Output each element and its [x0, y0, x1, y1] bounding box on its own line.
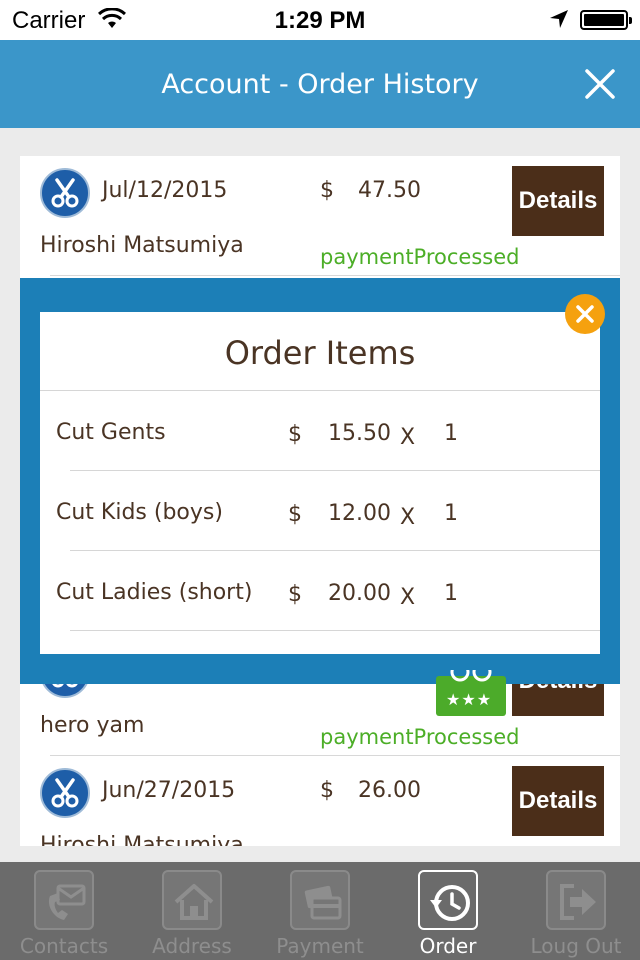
order-date: Jul/12/2015: [102, 178, 228, 203]
tab-address[interactable]: Address: [128, 862, 256, 960]
item-price: 20.00: [328, 581, 391, 606]
order-status: paymentProcessed: [320, 725, 520, 749]
nav-bar: Account - Order History: [0, 40, 640, 128]
eyes-icon: [450, 670, 492, 682]
tab-label: Order: [419, 934, 477, 958]
stars-icon: ★★★: [446, 690, 493, 709]
home-icon: [162, 870, 222, 930]
item-quantity: 1: [444, 581, 458, 606]
item-name: Cut Kids (boys): [56, 500, 223, 525]
item-name: Cut Gents: [56, 420, 166, 445]
times-symbol: X: [400, 425, 416, 450]
item-quantity: 1: [444, 421, 458, 446]
page-title: Account - Order History: [161, 69, 479, 100]
modal-title: Order Items: [224, 334, 416, 372]
tab-logout[interactable]: Loug Out: [512, 862, 640, 960]
item-name: Cut Ladies (short): [56, 580, 253, 605]
tab-payment[interactable]: Payment: [256, 862, 384, 960]
order-status: paymentProcessed: [320, 245, 520, 269]
order-items-panel: Order Items Cut Gents $ 15.50 X 1 Cut Ki…: [40, 312, 600, 654]
customer-name: Hiroshi Matsumiya: [40, 233, 244, 258]
tab-label: Payment: [276, 934, 364, 958]
tab-label: Address: [152, 934, 232, 958]
row-divider: [50, 275, 620, 276]
item-price: 15.50: [328, 421, 391, 446]
currency-symbol: $: [288, 502, 302, 527]
contacts-icon: [34, 870, 94, 930]
tab-bar: Contacts Address Payment Order Loug Out: [0, 862, 640, 960]
tab-label: Contacts: [19, 934, 109, 958]
battery-icon: [580, 10, 632, 30]
tab-label: Loug Out: [530, 934, 622, 958]
status-bar: Carrier 1:29 PM: [0, 0, 640, 40]
currency-symbol: $: [288, 422, 302, 447]
item-price: 12.00: [328, 501, 391, 526]
tab-contacts[interactable]: Contacts: [0, 862, 128, 960]
tab-order[interactable]: Order: [384, 862, 512, 960]
times-symbol: X: [400, 585, 416, 610]
scissors-icon: [40, 168, 90, 218]
item-quantity: 1: [444, 501, 458, 526]
customer-name: Hiroshi Matsumiya: [40, 833, 244, 846]
logout-icon: [546, 870, 606, 930]
times-symbol: X: [400, 505, 416, 530]
location-arrow-icon: [548, 8, 570, 37]
clock: 1:29 PM: [274, 7, 366, 34]
order-history-icon: [418, 870, 478, 930]
details-button[interactable]: Details: [512, 766, 604, 836]
details-button[interactable]: Details: [512, 166, 604, 236]
row-divider: [70, 630, 600, 631]
order-amount: 47.50: [358, 178, 421, 203]
order-item-row: Cut Ladies (short) $ 20.00 X 1: [40, 551, 600, 631]
order-row: Jul/12/2015 $ 47.50 Hiroshi Matsumiya pa…: [20, 156, 620, 276]
close-icon[interactable]: [582, 66, 618, 102]
rating-badge: ★★★: [436, 670, 506, 716]
customer-name: hero yam: [40, 713, 145, 738]
close-icon: [576, 305, 594, 323]
order-item-row: Cut Gents $ 15.50 X 1: [40, 391, 600, 471]
order-items-modal: Order Items Cut Gents $ 15.50 X 1 Cut Ki…: [20, 278, 620, 684]
order-row: Jun/27/2015 $ 26.00 Hiroshi Matsumiya De…: [20, 756, 620, 846]
scissors-icon: [40, 768, 90, 818]
credit-card-icon: [290, 870, 350, 930]
currency-symbol: $: [288, 582, 302, 607]
order-item-row: Cut Kids (boys) $ 12.00 X 1: [40, 471, 600, 551]
modal-close-button[interactable]: [565, 294, 605, 334]
order-date: Jun/27/2015: [102, 778, 236, 803]
order-amount: 26.00: [358, 778, 421, 803]
currency-symbol: $: [320, 778, 334, 803]
currency-symbol: $: [320, 178, 334, 203]
